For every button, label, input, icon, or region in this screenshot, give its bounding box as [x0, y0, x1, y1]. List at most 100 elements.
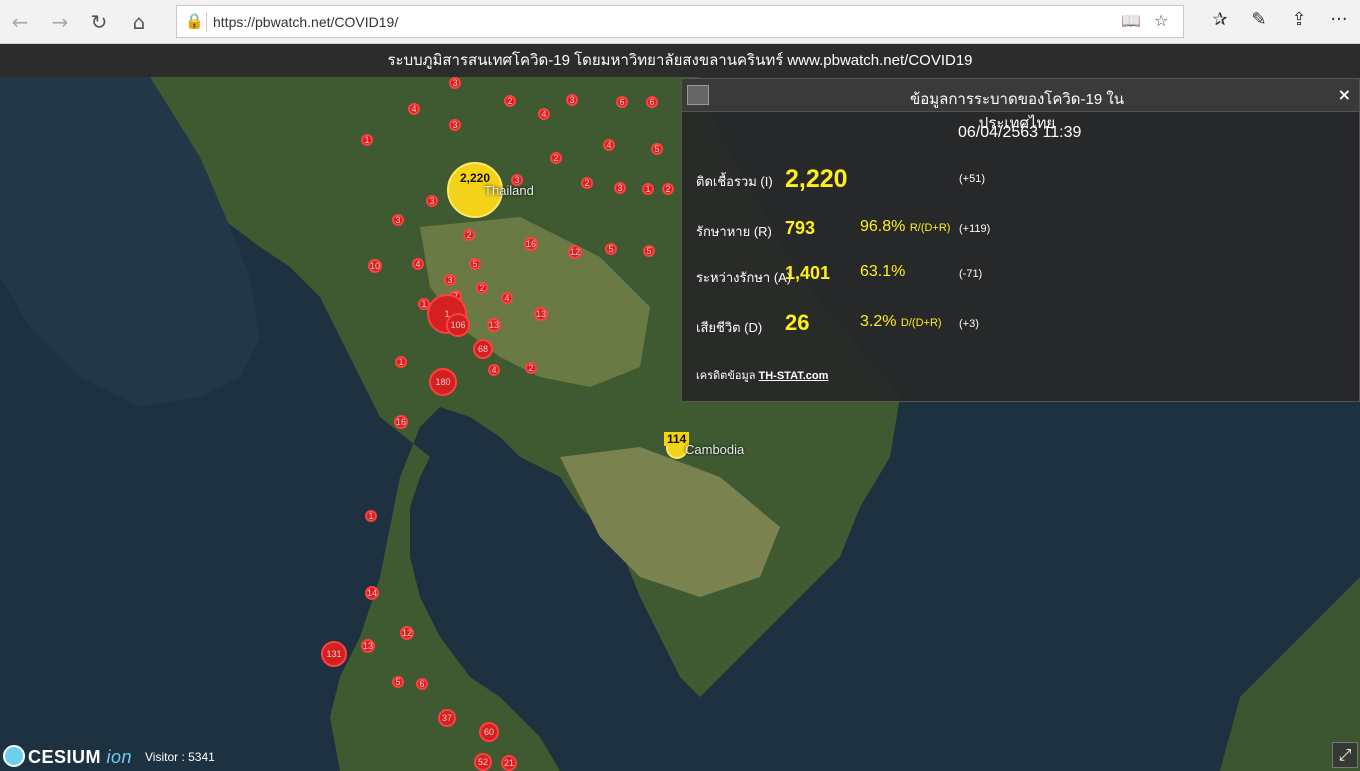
case-marker[interactable]: 3 — [449, 77, 461, 89]
case-marker[interactable]: 1 — [642, 183, 654, 195]
lock-icon: 🔒 — [185, 12, 204, 30]
address-bar[interactable]: 🔒 https://pbwatch.net/COVID19/ 📖 ☆ — [176, 5, 1184, 38]
home-icon[interactable]: ⌂ — [125, 8, 153, 36]
case-marker[interactable]: 16 — [524, 237, 538, 251]
pen-icon[interactable]: ✎ — [1246, 9, 1272, 30]
more-icon[interactable]: ··· — [1326, 9, 1352, 30]
case-marker[interactable]: 5 — [643, 245, 655, 257]
cesium-brand-name: CESIUM — [28, 747, 102, 767]
case-marker[interactable]: 4 — [412, 258, 424, 270]
case-marker[interactable]: 13 — [534, 307, 548, 321]
case-marker[interactable]: 2 — [463, 229, 475, 241]
deaths-pct-value: 3.2% — [860, 313, 897, 330]
logo-icon — [687, 85, 709, 105]
recovered-value: 793 — [785, 218, 816, 238]
case-marker[interactable]: 1 — [361, 134, 373, 146]
share-icon[interactable]: ⇪ — [1286, 9, 1312, 30]
case-marker[interactable]: 180 — [429, 368, 457, 396]
case-marker[interactable]: 3 — [444, 274, 456, 286]
case-marker[interactable]: 3 — [566, 94, 578, 106]
case-marker[interactable]: 2 — [504, 95, 516, 107]
case-marker[interactable]: 60 — [479, 722, 499, 742]
infected-value: 2,220 — [785, 165, 848, 193]
country-label-cambodia: Cambodia — [685, 442, 745, 457]
recovered-delta: (+119) — [959, 223, 991, 235]
reading-view-icon[interactable]: 📖 — [1121, 11, 1141, 30]
info-header: ข้อมูลการระบาดของโควิด-19 ในประเทศไทย × — [682, 79, 1359, 132]
recovered-pct-value: 96.8% — [860, 218, 906, 235]
country-label-thailand: Thailand — [484, 183, 534, 198]
case-marker[interactable]: 13 — [361, 639, 375, 653]
case-marker[interactable]: 4 — [538, 108, 550, 120]
active-pct: 63.1% — [860, 263, 906, 280]
case-marker[interactable]: 106 — [446, 313, 470, 337]
case-marker[interactable]: 3 — [426, 195, 438, 207]
case-marker[interactable]: 5 — [469, 258, 481, 270]
case-marker[interactable]: 4 — [501, 292, 513, 304]
favorite-star-icon[interactable]: ☆ — [1154, 11, 1168, 30]
deaths-delta: (+3) — [959, 318, 979, 330]
info-date: 06/04/2563 11:39 — [958, 124, 1082, 141]
browser-toolbar: ← → ↻ ⌂ 🔒 https://pbwatch.net/COVID19/ 📖… — [0, 0, 1360, 44]
case-marker[interactable]: 2 — [476, 282, 488, 294]
cesium-brand-suffix: ion — [106, 747, 133, 767]
case-marker[interactable]: 12 — [400, 626, 414, 640]
fullscreen-icon[interactable]: ⤢ — [1332, 742, 1358, 768]
url-text[interactable]: https://pbwatch.net/COVID19/ — [213, 14, 398, 30]
case-marker[interactable]: 37 — [438, 709, 456, 727]
case-marker[interactable]: 1 — [395, 356, 407, 368]
recovered-pct: 96.8% R/(D+R) — [860, 218, 950, 236]
deaths-pct: 3.2% D/(D+R) — [860, 313, 942, 331]
cesium-globe-icon — [3, 745, 25, 767]
case-marker[interactable]: 16 — [394, 415, 408, 429]
url-divider — [206, 12, 207, 32]
data-credit: เครดิตข้อมูล TH-STAT.com — [696, 366, 828, 384]
back-arrow-icon[interactable]: ← — [6, 8, 34, 36]
visitor-count: Visitor : 5341 — [145, 750, 215, 764]
case-marker[interactable]: 6 — [416, 678, 428, 690]
case-marker[interactable]: 13 — [487, 318, 501, 332]
case-marker[interactable]: 2 — [581, 177, 593, 189]
case-marker[interactable]: 4 — [603, 139, 615, 151]
case-marker[interactable]: 10 — [368, 259, 382, 273]
active-label: ระหว่างรักษา (A) — [696, 270, 792, 285]
cesium-brand: CESIUM ion — [28, 747, 132, 768]
case-marker[interactable]: 12 — [568, 245, 582, 259]
recovered-pct-suffix: R/(D+R) — [909, 222, 951, 234]
page-title: ระบบภูมิสารสนเทศโควิด-19 โดยมหาวิทยาลัยส… — [0, 44, 1360, 77]
recovered-label: รักษาหาย (R) — [696, 224, 772, 239]
case-marker[interactable]: 52 — [474, 753, 492, 771]
deaths-pct-suffix: D/(D+R) — [900, 317, 942, 329]
infected-delta: (+51) — [959, 173, 985, 185]
case-marker[interactable]: 68 — [473, 339, 493, 359]
case-marker[interactable]: 2 — [662, 183, 674, 195]
case-marker[interactable]: 5 — [392, 676, 404, 688]
case-marker[interactable]: 2 — [525, 362, 537, 374]
case-marker[interactable]: 3 — [614, 182, 626, 194]
active-delta: (-71) — [959, 268, 983, 280]
case-marker[interactable]: 131 — [321, 641, 347, 667]
case-marker[interactable]: 1 — [365, 510, 377, 522]
active-value: 1,401 — [785, 263, 831, 283]
deaths-value: 26 — [785, 310, 810, 335]
deaths-label: เสียชีวิต (D) — [696, 320, 763, 335]
infected-label: ติดเชื้อรวม (I) — [696, 174, 773, 189]
case-marker[interactable]: 4 — [488, 364, 500, 376]
forward-arrow-icon[interactable]: → — [46, 8, 74, 36]
case-marker[interactable]: 3 — [511, 174, 523, 186]
case-marker[interactable]: 6 — [646, 96, 658, 108]
case-marker[interactable]: 3 — [392, 214, 404, 226]
case-marker[interactable]: 5 — [605, 243, 617, 255]
case-marker[interactable]: 5 — [651, 143, 663, 155]
credit-link[interactable]: TH-STAT.com — [759, 370, 829, 382]
case-marker[interactable]: 21 — [501, 755, 517, 771]
close-icon[interactable]: × — [1338, 85, 1351, 104]
case-marker[interactable]: 6 — [616, 96, 628, 108]
case-marker[interactable]: 14 — [365, 586, 379, 600]
refresh-icon[interactable]: ↻ — [85, 8, 113, 36]
case-marker[interactable]: 3 — [449, 119, 461, 131]
case-marker[interactable]: 2 — [550, 152, 562, 164]
favorites-icon[interactable]: ✰ — [1207, 9, 1233, 30]
case-marker[interactable]: 4 — [408, 103, 420, 115]
credit-label: เครดิตข้อมูล — [696, 370, 756, 382]
